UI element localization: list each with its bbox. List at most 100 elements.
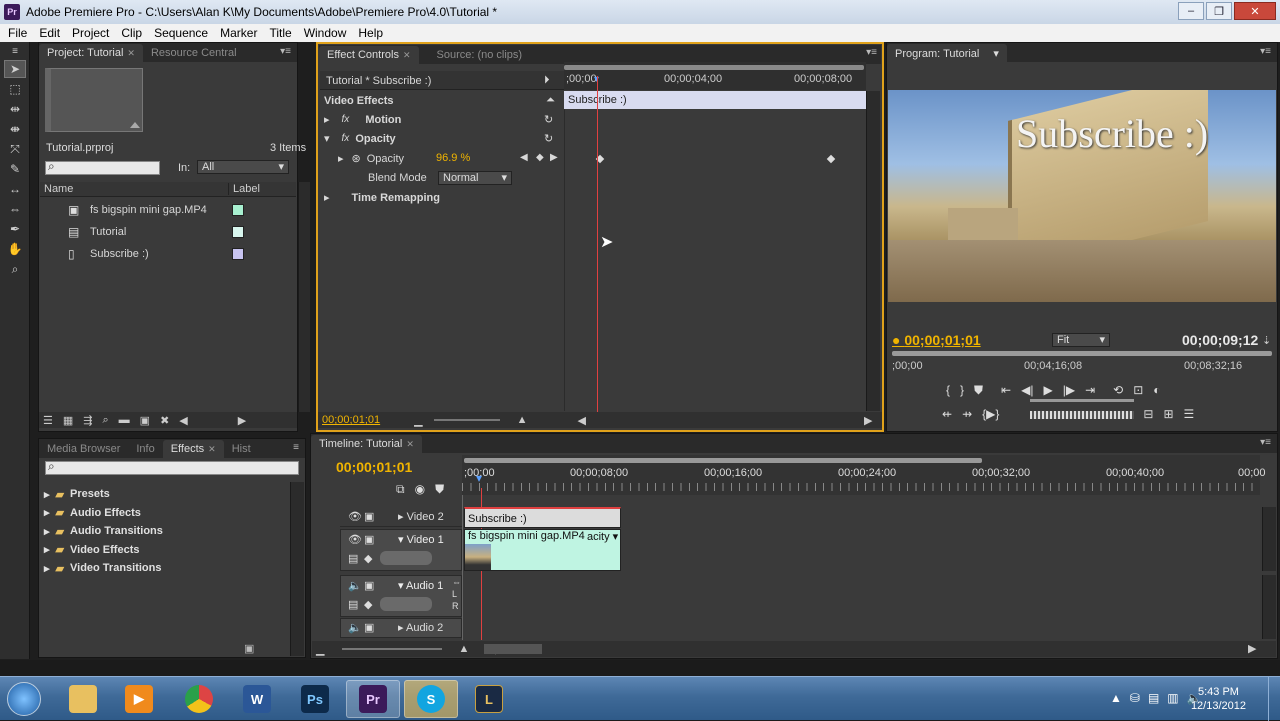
find-icon[interactable]: ⌕	[103, 414, 109, 427]
set-marker-icon[interactable]: ⛊	[435, 482, 444, 497]
project-vertical-scrollbar[interactable]	[298, 182, 310, 412]
video-tracks-scrollbar[interactable]	[1262, 507, 1276, 571]
safe-margins-icon[interactable]: ⊡	[1133, 383, 1143, 398]
taskbar-app-word[interactable]: W	[230, 680, 284, 718]
motion-effect-row[interactable]: ▸ fx Motion ↻	[320, 110, 564, 129]
new-bin-icon[interactable]: ▣	[244, 642, 254, 655]
prev-keyframe-icon[interactable]: ◀	[520, 152, 528, 163]
step-forward-icon[interactable]: |▶	[1063, 383, 1075, 398]
taskbar-app-league[interactable]: L	[462, 680, 516, 718]
go-to-previous-edit-icon[interactable]: ⇷	[942, 407, 952, 421]
rolling-edit-tool-icon[interactable]: ⇼	[4, 120, 26, 138]
collapse-triangle-icon[interactable]: ▾	[324, 132, 330, 145]
ec-vertical-scrollbar[interactable]	[866, 91, 880, 411]
pen-tool-icon[interactable]: ✒	[4, 220, 26, 238]
go-to-in-icon[interactable]: ⇤	[1001, 383, 1011, 398]
network-icon[interactable]: ▥	[1167, 691, 1178, 705]
menu-clip[interactable]: Clip	[115, 26, 148, 40]
ec-timeline-ruler[interactable]: ;00;00 00;00;04;00 00;00;08;00 ▾	[564, 62, 866, 90]
speaker-icon[interactable]: 🔈	[348, 621, 362, 634]
zoom-in-icon[interactable]: ▲	[517, 414, 528, 426]
play-icon[interactable]: ▶	[1043, 383, 1052, 398]
project-item[interactable]: ▤ Tutorial	[40, 221, 296, 243]
effects-folder[interactable]: ▸ ▰ Video Transitions	[44, 559, 290, 578]
menu-help[interactable]: Help	[352, 26, 389, 40]
project-item[interactable]: ▣ fs bigspin mini gap.MP4	[40, 199, 296, 221]
timeline-hscroll-thumb[interactable]	[484, 644, 542, 654]
add-keyframe-icon[interactable]: ◆	[536, 152, 544, 163]
tab-history[interactable]: Hist	[224, 440, 259, 458]
scroll-right-icon[interactable]: ▶	[238, 414, 246, 427]
timeline-zoom-bar[interactable]	[464, 458, 982, 463]
snap-icon[interactable]: ⧉	[396, 482, 405, 497]
play-thumbnail-icon[interactable]	[130, 122, 140, 128]
taskbar-app-photoshop[interactable]: Ps	[288, 680, 342, 718]
effects-vertical-scrollbar[interactable]	[290, 482, 304, 656]
effects-search-input[interactable]	[45, 459, 299, 475]
ripple-edit-tool-icon[interactable]: ⇹	[4, 100, 26, 118]
menu-file[interactable]: File	[2, 26, 33, 40]
panel-menu-icon[interactable]: ▾≡	[866, 47, 877, 58]
tray-device-icon[interactable]: ▤	[1148, 691, 1159, 705]
menu-marker[interactable]: Marker	[214, 26, 263, 40]
menu-title[interactable]: Title	[263, 26, 297, 40]
column-name[interactable]: Name	[44, 183, 73, 195]
panel-menu-icon[interactable]: ▾≡	[280, 46, 291, 57]
timeline-zoom-slider[interactable]	[342, 648, 442, 650]
menu-window[interactable]: Window	[298, 26, 353, 40]
track-keyframe-nav[interactable]	[380, 597, 432, 611]
razor-tool-icon[interactable]: ✎	[4, 160, 26, 178]
expand-triangle-icon[interactable]: ▸	[338, 152, 344, 165]
timeline-timecode[interactable]: 00;00;01;01	[336, 459, 412, 475]
audio-tracks-scrollbar[interactable]	[1262, 575, 1276, 639]
tab-project[interactable]: Project: Tutorial ✕	[39, 44, 143, 62]
track-keyframe-nav[interactable]	[380, 551, 432, 565]
rate-stretch-tool-icon[interactable]: ⤧	[4, 140, 26, 158]
lock-track-icon[interactable]: ▣	[364, 621, 374, 634]
program-video-frame[interactable]: Subscribe :)	[888, 90, 1276, 302]
track-select-tool-icon[interactable]: ⬚	[4, 80, 26, 98]
tab-effect-controls[interactable]: Effect Controls ✕	[319, 46, 419, 64]
show-hide-timeline-icon[interactable]: ⏵	[544, 74, 550, 87]
play-in-to-out-icon[interactable]: {▶}	[982, 407, 999, 421]
trim-icon[interactable]: ☰	[1184, 407, 1195, 421]
panel-menu-icon[interactable]: ≡	[4, 44, 26, 58]
selection-tool-icon[interactable]: ➤	[4, 60, 26, 78]
taskbar-app-skype[interactable]: S	[404, 680, 458, 718]
set-encore-marker-icon[interactable]: ◉	[415, 482, 425, 497]
tab-effects[interactable]: Effects ✕	[162, 440, 224, 458]
minimize-button[interactable]: –	[1178, 2, 1204, 20]
taskbar-app-media-player[interactable]: ▶	[112, 680, 166, 718]
lock-track-icon[interactable]: ▣	[364, 533, 374, 546]
lock-track-icon[interactable]: ▣	[364, 579, 374, 592]
panel-menu-icon[interactable]: ≡	[293, 442, 299, 453]
video2-track-label[interactable]: ▸ Video 2	[398, 510, 444, 523]
effects-folder[interactable]: ▸ ▰ Video Effects	[44, 541, 290, 560]
scroll-up-icon[interactable]: ⏶	[546, 94, 555, 107]
effects-folder[interactable]: ▸ ▰ Presets	[44, 485, 290, 504]
lift-icon[interactable]: ⊟	[1143, 407, 1153, 421]
show-hidden-icons-icon[interactable]: ▲	[1110, 691, 1122, 705]
tab-program[interactable]: Program: Tutorial ▾	[887, 44, 1007, 62]
keyframe-toggle-icon[interactable]: ◆	[364, 552, 372, 565]
reset-icon[interactable]: ↻	[544, 113, 553, 126]
menu-project[interactable]: Project	[66, 26, 115, 40]
blend-mode-dropdown[interactable]: Normal ▾	[438, 171, 512, 185]
set-out-icon[interactable]: }	[960, 383, 964, 398]
close-button[interactable]: ✕	[1234, 2, 1276, 20]
tab-source[interactable]: Source: (no clips)	[429, 46, 531, 64]
new-item-icon[interactable]: ▣	[140, 414, 150, 427]
program-zoom-bar[interactable]	[892, 351, 1272, 356]
fx-icon[interactable]: fx	[342, 133, 350, 144]
fit-dropdown[interactable]: Fit ▾	[1052, 333, 1110, 347]
marker-icon[interactable]: ⛊	[974, 383, 983, 398]
step-back-icon[interactable]: ◀|	[1021, 383, 1033, 398]
subscribe-title-clip[interactable]: Subscribe :)	[464, 507, 621, 528]
taskbar-app-explorer[interactable]	[56, 680, 110, 718]
maximize-button[interactable]: ❐	[1206, 2, 1232, 20]
video-clip-fx-label[interactable]: acity ▾	[587, 530, 619, 543]
taskbar-clock[interactable]: 5:43 PM 12/13/2012	[1191, 685, 1246, 713]
eye-icon[interactable]: 👁	[348, 533, 362, 546]
column-label[interactable]: Label	[228, 183, 260, 195]
effects-folder[interactable]: ▸ ▰ Audio Transitions	[44, 522, 290, 541]
